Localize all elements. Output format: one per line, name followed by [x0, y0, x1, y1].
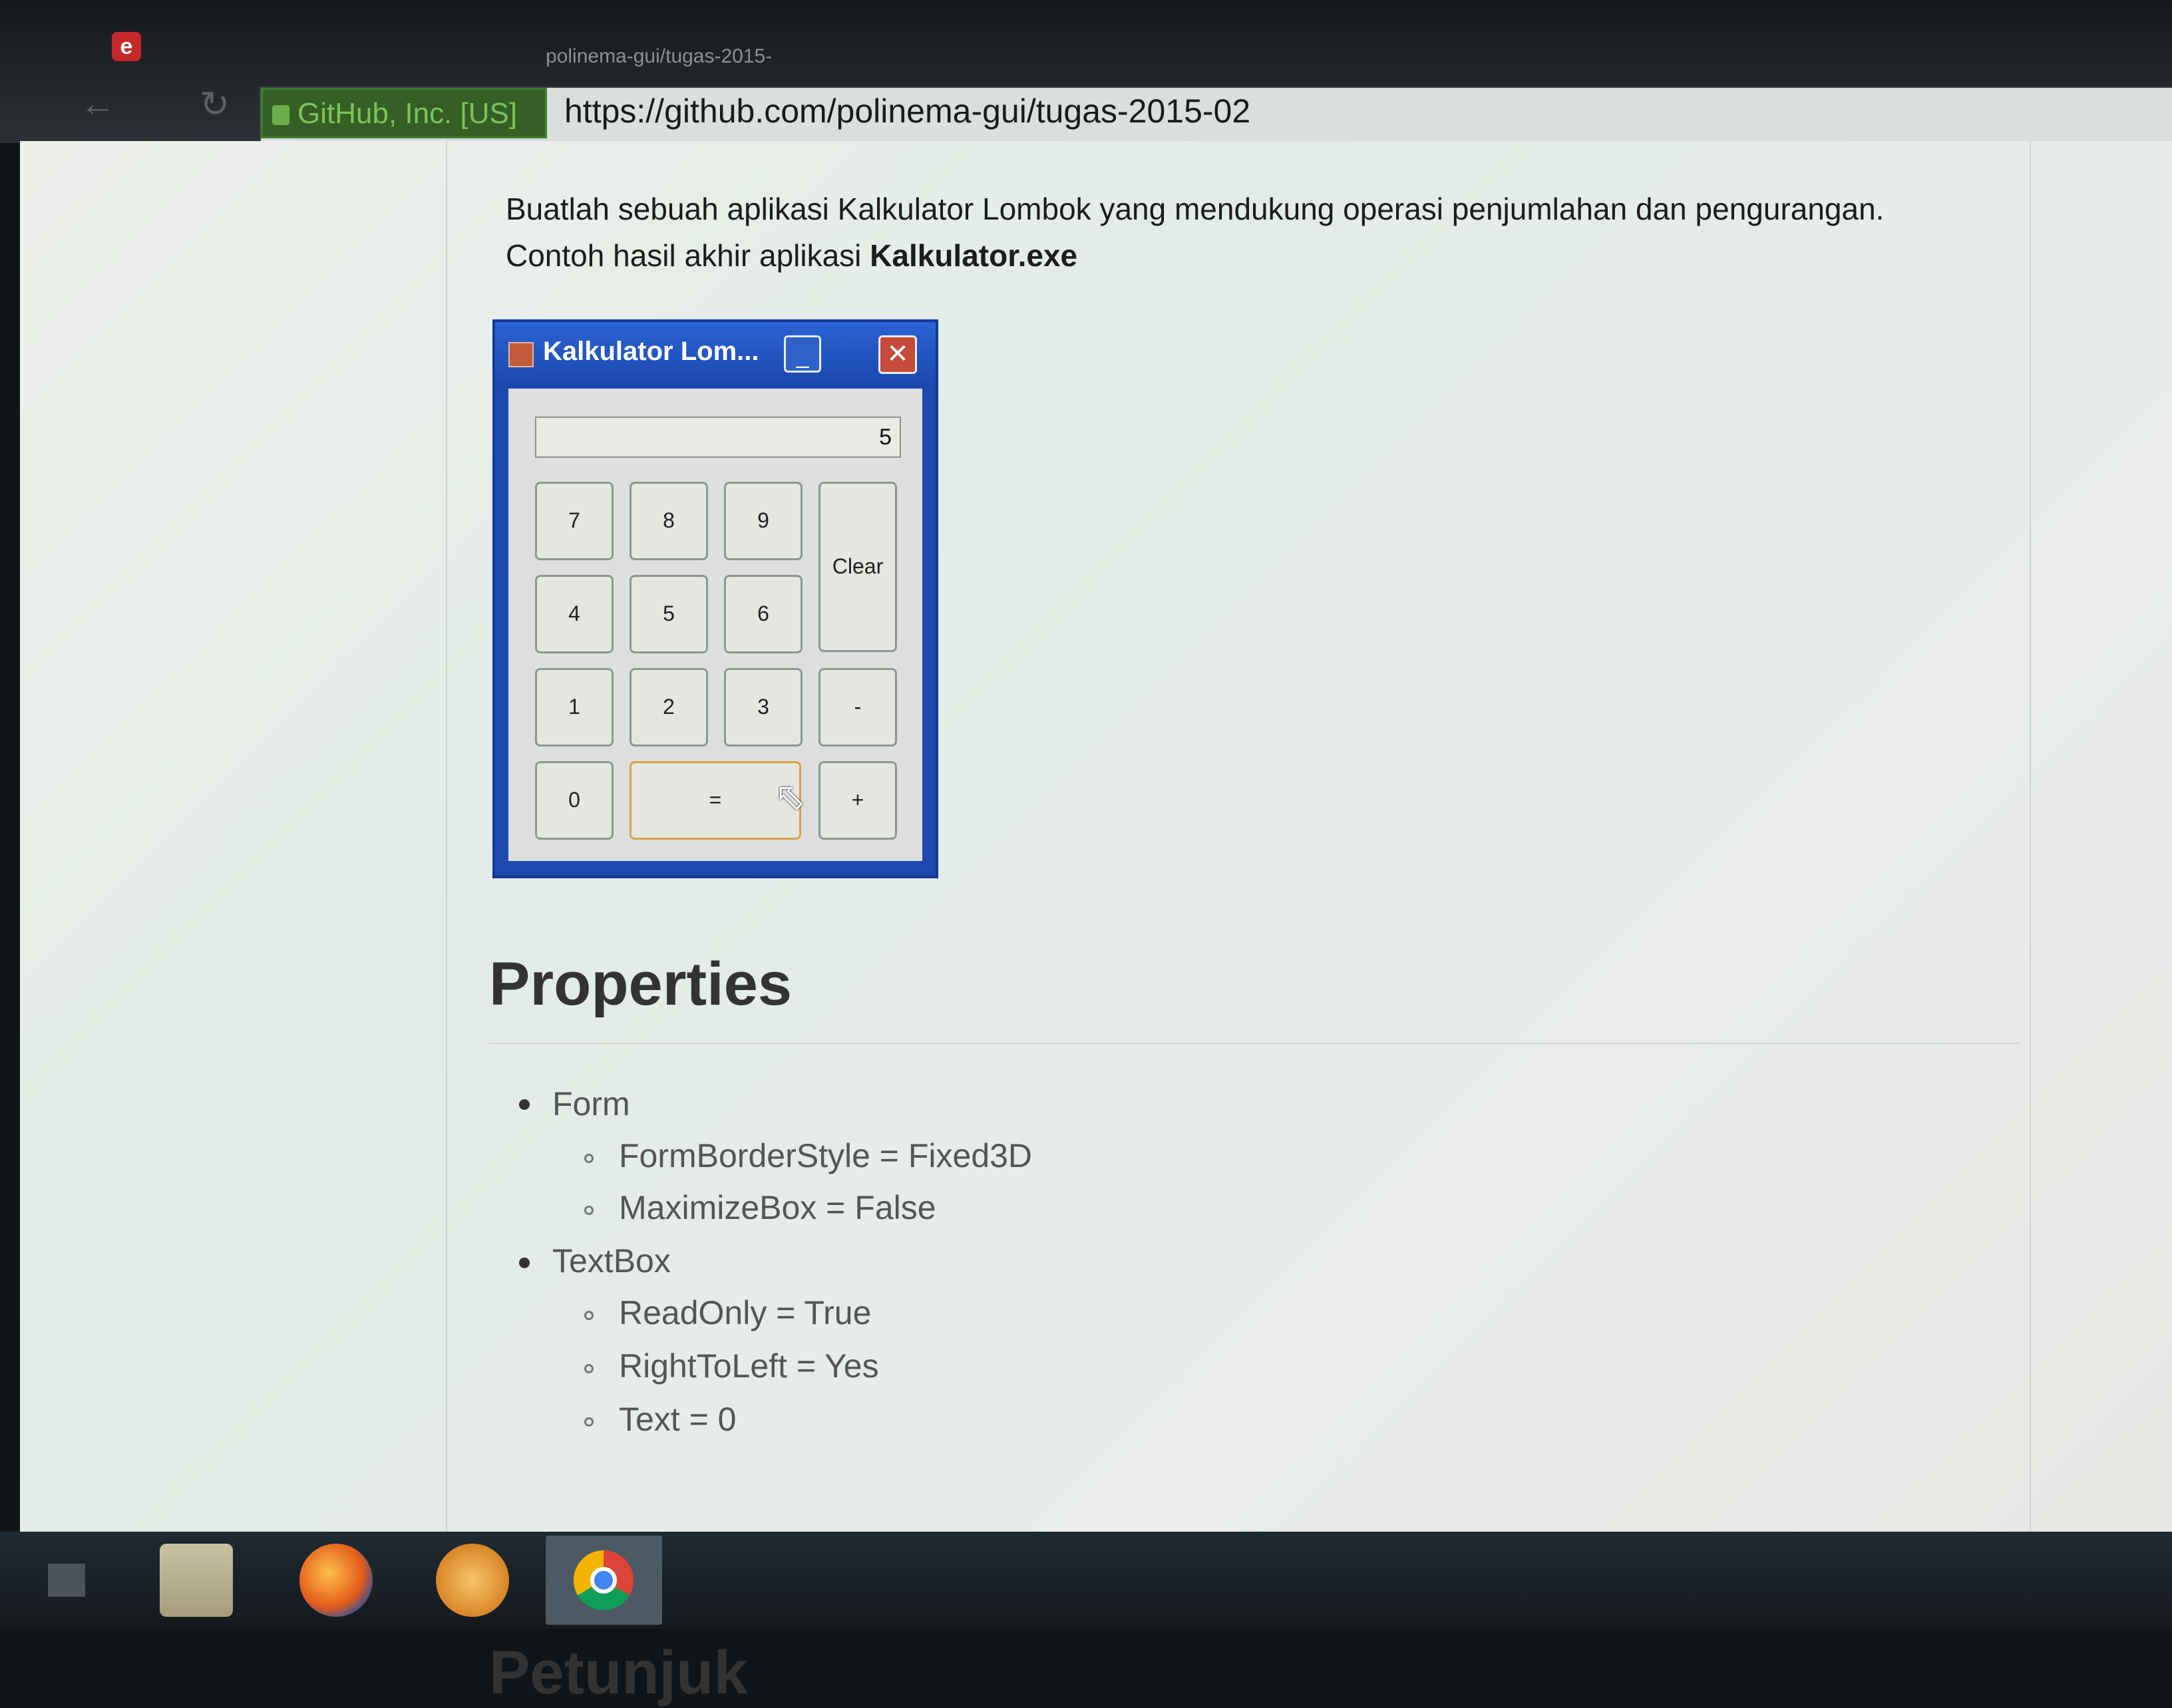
mouse-cursor-icon: ⬁ — [775, 775, 806, 817]
calc-button-minus: - — [818, 668, 897, 747]
back-arrow-icon[interactable]: ← — [80, 83, 116, 124]
sub-bullet-icon — [584, 1364, 594, 1373]
tab-favicon-icon[interactable]: e — [112, 32, 141, 61]
sub-bullet-icon — [584, 1154, 594, 1163]
property-item: RightToLeft = Yes — [619, 1347, 879, 1385]
browser-chrome: e polinema-gui/tugas-2015- ← ↻ GitHub, I… — [0, 0, 2172, 143]
calc-button-plus: + — [818, 761, 897, 840]
intro-text-line1: Buatlah sebuah aplikasi Kalkulator Lombo… — [506, 192, 1885, 226]
security-badge[interactable]: GitHub, Inc. [US] — [261, 88, 547, 138]
property-item: FormBorderStyle = Fixed3D — [619, 1137, 1033, 1174]
ubuntu-icon[interactable] — [436, 1544, 509, 1617]
chrome-icon[interactable] — [546, 1536, 662, 1625]
bullet-icon — [519, 1258, 530, 1268]
calc-button-0: 0 — [535, 761, 614, 840]
heading-divider — [489, 1043, 2020, 1044]
minimize-icon: _ — [784, 335, 821, 373]
calculator-body: 5 7 8 9 Clear 4 5 6 1 2 3 - 0 = + ⬁ — [508, 389, 922, 861]
calc-button-2: 2 — [630, 668, 708, 747]
calc-button-clear: Clear — [818, 482, 897, 652]
content-border-left — [446, 141, 447, 1532]
calc-button-7: 7 — [535, 482, 614, 560]
property-group-textbox: TextBox — [552, 1242, 671, 1280]
calc-button-1: 1 — [535, 668, 614, 747]
close-icon: ✕ — [878, 335, 917, 374]
property-item: Text = 0 — [619, 1401, 737, 1438]
intro-exe-name: Kalkulator.exe — [870, 238, 1078, 273]
calc-button-5: 5 — [630, 575, 708, 653]
file-manager-icon[interactable] — [160, 1544, 233, 1617]
tab-title[interactable]: polinema-gui/tugas-2015- — [546, 45, 772, 68]
calc-button-6: 6 — [724, 575, 803, 653]
intro-prefix: Contoh hasil akhir aplikasi — [506, 238, 870, 273]
calculator-titlebar: Kalkulator Lom... _ ✕ — [495, 322, 936, 389]
properties-heading: Properties — [489, 950, 793, 1018]
calculator-display: 5 — [535, 417, 901, 458]
app-icon — [508, 342, 534, 367]
calc-button-3: 3 — [724, 668, 803, 747]
property-item: ReadOnly = True — [619, 1294, 872, 1331]
start-icon[interactable] — [40, 1544, 93, 1617]
property-group-form: Form — [552, 1085, 630, 1122]
calc-button-9: 9 — [724, 482, 803, 560]
address-bar[interactable]: GitHub, Inc. [US] https://github.com/pol… — [260, 86, 2172, 142]
calc-button-8: 8 — [630, 482, 708, 560]
sub-bullet-icon — [584, 1311, 594, 1320]
page-content: Buatlah sebuah aplikasi Kalkulator Lombo… — [20, 141, 2172, 1707]
intro-text-line2: Contoh hasil akhir aplikasi Kalkulator.e… — [506, 238, 1077, 273]
url-text[interactable]: https://github.com/polinema-gui/tugas-20… — [564, 92, 1250, 130]
firefox-icon[interactable] — [299, 1544, 373, 1617]
calculator-title: Kalkulator Lom... — [543, 337, 759, 366]
sub-bullet-icon — [584, 1417, 594, 1427]
security-label: GitHub, Inc. [US] — [297, 97, 518, 130]
next-section-heading: Petunjuk — [489, 1639, 748, 1707]
sub-bullet-icon — [584, 1206, 594, 1215]
property-item: MaximizeBox = False — [619, 1189, 936, 1226]
calc-button-4: 4 — [535, 575, 614, 653]
lock-icon — [272, 105, 289, 126]
bullet-icon — [519, 1099, 530, 1110]
taskbar — [0, 1532, 2172, 1629]
reload-icon[interactable]: ↻ — [200, 83, 230, 125]
content-border-right — [2030, 141, 2031, 1532]
calculator-window-image: Kalkulator Lom... _ ✕ 5 7 8 9 Clear 4 5 … — [492, 319, 938, 878]
